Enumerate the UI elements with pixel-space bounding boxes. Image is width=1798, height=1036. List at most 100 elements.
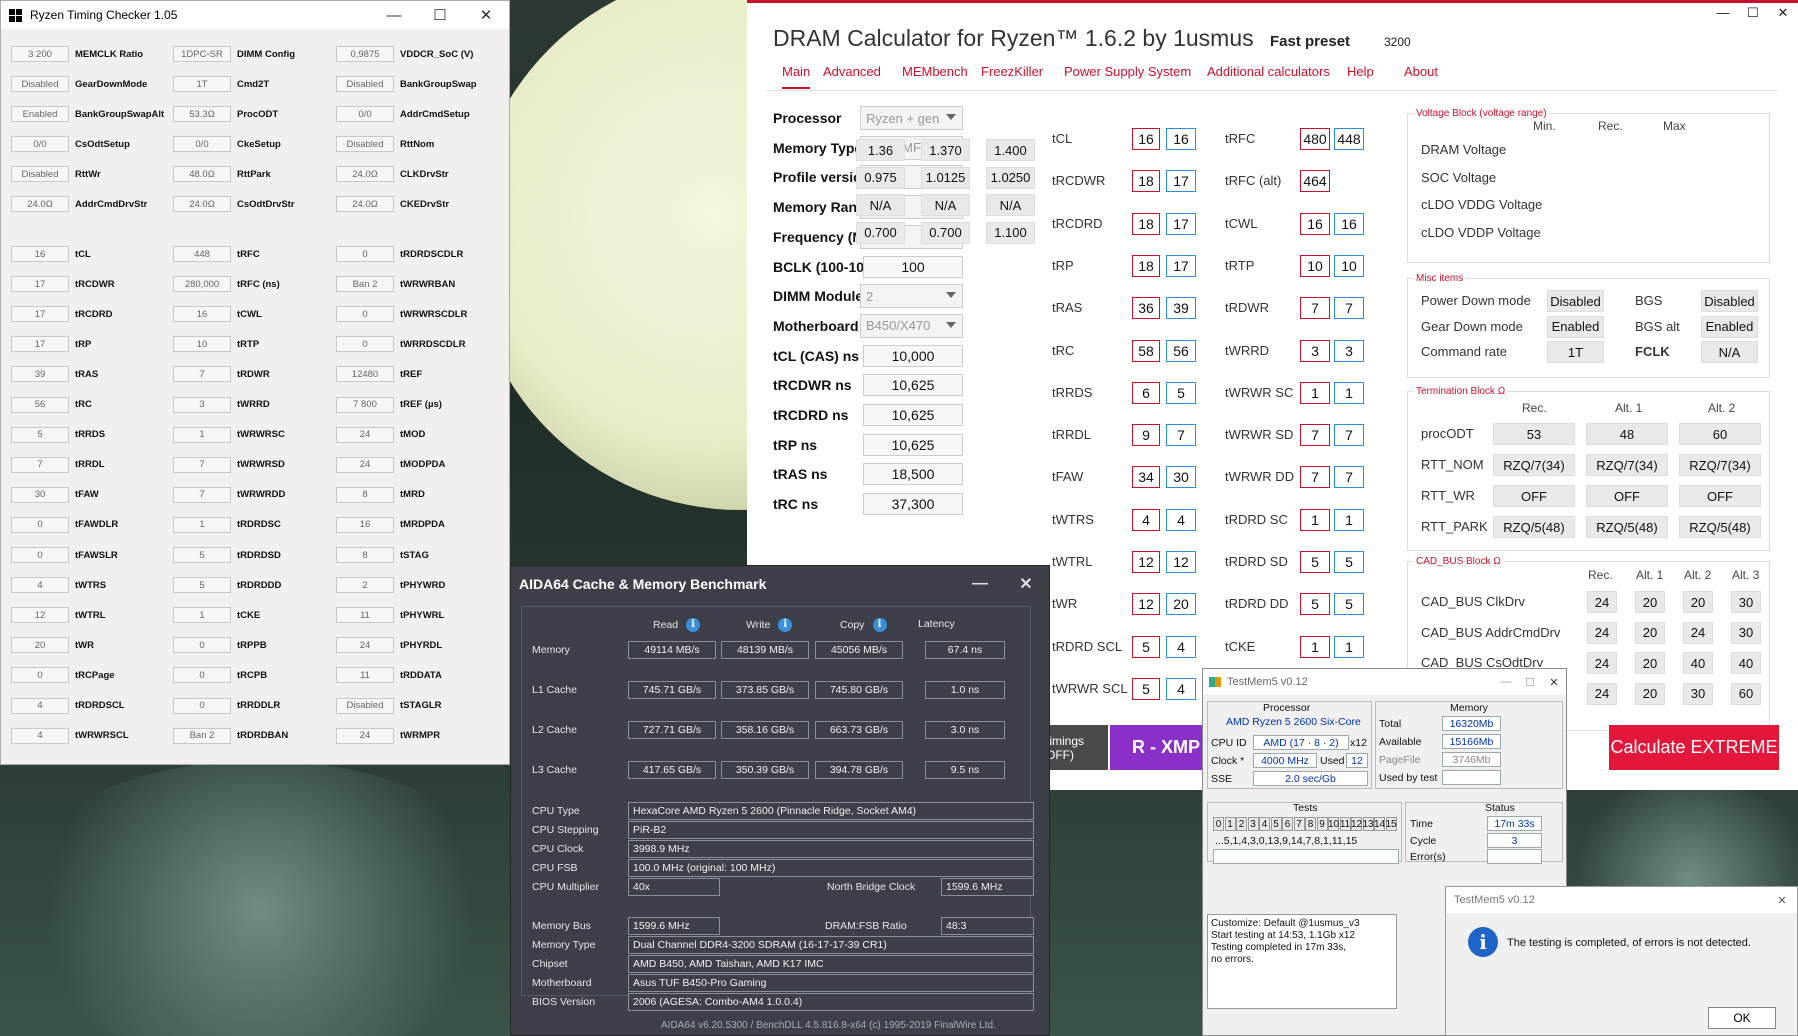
param-input[interactable]: 100 [863,255,963,278]
log-line: Start testing at 14:53, 1.1Gb x12 [1211,930,1355,941]
cad-value: 20 [1635,682,1665,705]
rtc-value: Ban 2 [173,727,231,744]
voltage-block-title: Voltage Block (voltage range) [1414,108,1549,119]
ok-button[interactable]: OK [1708,1007,1776,1029]
rtc-value: 12480 [336,366,394,383]
cad-value: 30 [1683,682,1713,705]
rtc-label: tFAW [75,489,99,501]
rtc-label: tRP [75,338,92,350]
aida-info-label: Memory Type [532,939,596,951]
aida-header: Latency [918,618,955,630]
minimize-icon[interactable]: — [957,575,1003,593]
rtc-label: tRFC [237,248,260,260]
rtc-value: 5 [11,426,69,443]
close-icon[interactable]: ✕ [1768,5,1798,21]
rtc-label: tRCPB [237,669,268,681]
rtc-label: AddrCmdSetup [400,108,470,120]
available-label: Available [1379,736,1422,748]
param-select[interactable]: B450/X470 [860,313,963,338]
termination-header: Alt. 2 [1708,401,1736,415]
timing-current-value: 20 [1166,593,1196,616]
param-input[interactable]: 10,000 [863,344,963,367]
test-number: 1 [1224,817,1236,831]
close-icon[interactable]: ✕ [463,6,509,24]
maximize-icon[interactable]: ☐ [417,6,463,24]
timing-label: tRDWR [1225,300,1270,316]
voltage-label: cLDO VDDP Voltage [1421,224,1541,240]
rtc-value: 448 [173,246,231,262]
termination-value: RZQ/7(34) [1493,454,1575,476]
calculate-extreme-button[interactable]: Calculate EXTREME [1609,725,1779,770]
param-input[interactable]: 10,625 [863,404,963,426]
tab-main[interactable]: Main [782,64,811,89]
r-xmp-button[interactable]: R - XMP [1110,725,1205,770]
timings-off-button[interactable]: timings OFF) [1044,725,1108,770]
rtc-label: tRDRDDD [237,579,282,591]
param-select[interactable]: Ryzen + gen [860,106,963,130]
rtc-label: CsOdtSetup [75,138,130,150]
timing-calc-value: 5 [1132,635,1160,658]
voltage-header: Min. [1533,119,1556,133]
param-input[interactable]: 10,625 [863,374,963,397]
rtc-row: 16 tMRDPDA [336,516,445,533]
rtc-value: 0 [336,336,394,353]
rtc-row: 24 tMODPDA [336,456,445,473]
rtc-value: 7 [173,456,231,473]
aida-row-label: L1 Cache [532,684,577,696]
param-input[interactable]: 37,300 [863,493,963,516]
timing-calc-value: 5 [1300,551,1330,573]
rtc-row: Ban 2 tWRWRBAN [336,276,455,293]
rtc-value: 4 [11,577,69,594]
aida-result: 745.71 GB/s [628,681,716,699]
tests-sequence: ...5,1,4,3,0,13,9,14,7,8,1,11,15 [1215,835,1358,847]
info-icon[interactable]: i [778,618,793,632]
maximize-icon[interactable]: ☐ [1518,676,1542,689]
info-icon[interactable]: i [872,618,887,632]
termination-value: RZQ/5(48) [1586,516,1668,538]
misc-items-title: Misc items [1414,273,1466,284]
rtc-label: CsOdtDrvStr [237,198,295,210]
tab-membench[interactable]: MEMbench [902,64,968,79]
aida-header: Write i [746,618,793,632]
info-icon[interactable]: i [686,618,701,632]
test-number: 6 [1282,817,1293,831]
minimize-icon[interactable]: — [1494,676,1518,688]
aida-row-label: Memory [532,644,570,656]
timing-label: tRFC [1225,131,1256,146]
tests-label: Tests [1293,802,1318,814]
rtc-value: 12 [11,607,69,624]
timing-current-value: 7 [1334,466,1364,489]
cad-value: 30 [1731,591,1761,613]
close-icon[interactable]: ✕ [1542,676,1566,689]
tab-help[interactable]: Help [1347,64,1374,79]
param-select[interactable]: 2 [860,284,963,309]
rtc-row: 20 tWR [11,637,94,654]
tab-additional-calculators[interactable]: Additional calculators [1207,64,1330,79]
aida-result: 3.0 ns [925,721,1005,739]
rtc-row: 0 tRCPage [11,667,115,684]
minimize-icon[interactable]: — [1708,5,1738,21]
minimize-icon[interactable]: — [371,7,417,24]
rtc-row: 1 tCKE [173,607,261,624]
param-label: tRP ns [773,436,818,453]
rtc-label: RttWr [75,168,101,180]
tab-advanced[interactable]: Advanced [823,64,881,79]
close-icon[interactable]: ✕ [1003,574,1049,594]
param-input[interactable]: 18,500 [863,463,963,486]
rtc-label: tSTAG [400,549,429,561]
rtc-value: 0 [336,246,394,262]
rtc-label: tCKE [237,609,261,621]
rtc-label: tRRDL [75,459,105,471]
rtc-label: DIMM Config [237,48,296,60]
maximize-icon[interactable]: ☐ [1738,5,1768,21]
rtc-row: 0 tRCPB [173,667,268,684]
tab-power-supply-system[interactable]: Power Supply System [1064,64,1191,79]
tab-freezkiller[interactable]: FreezKiller [981,64,1043,79]
rtc-label: tMRDPDA [400,519,445,531]
tab-about[interactable]: About [1404,64,1438,79]
rtc-label: tRDRDSD [237,549,281,561]
param-label: tRCDRD ns [773,407,849,423]
param-input[interactable]: 10,625 [863,433,963,456]
close-icon[interactable]: ✕ [1767,894,1797,907]
timing-calc-value: 1 [1300,635,1330,658]
